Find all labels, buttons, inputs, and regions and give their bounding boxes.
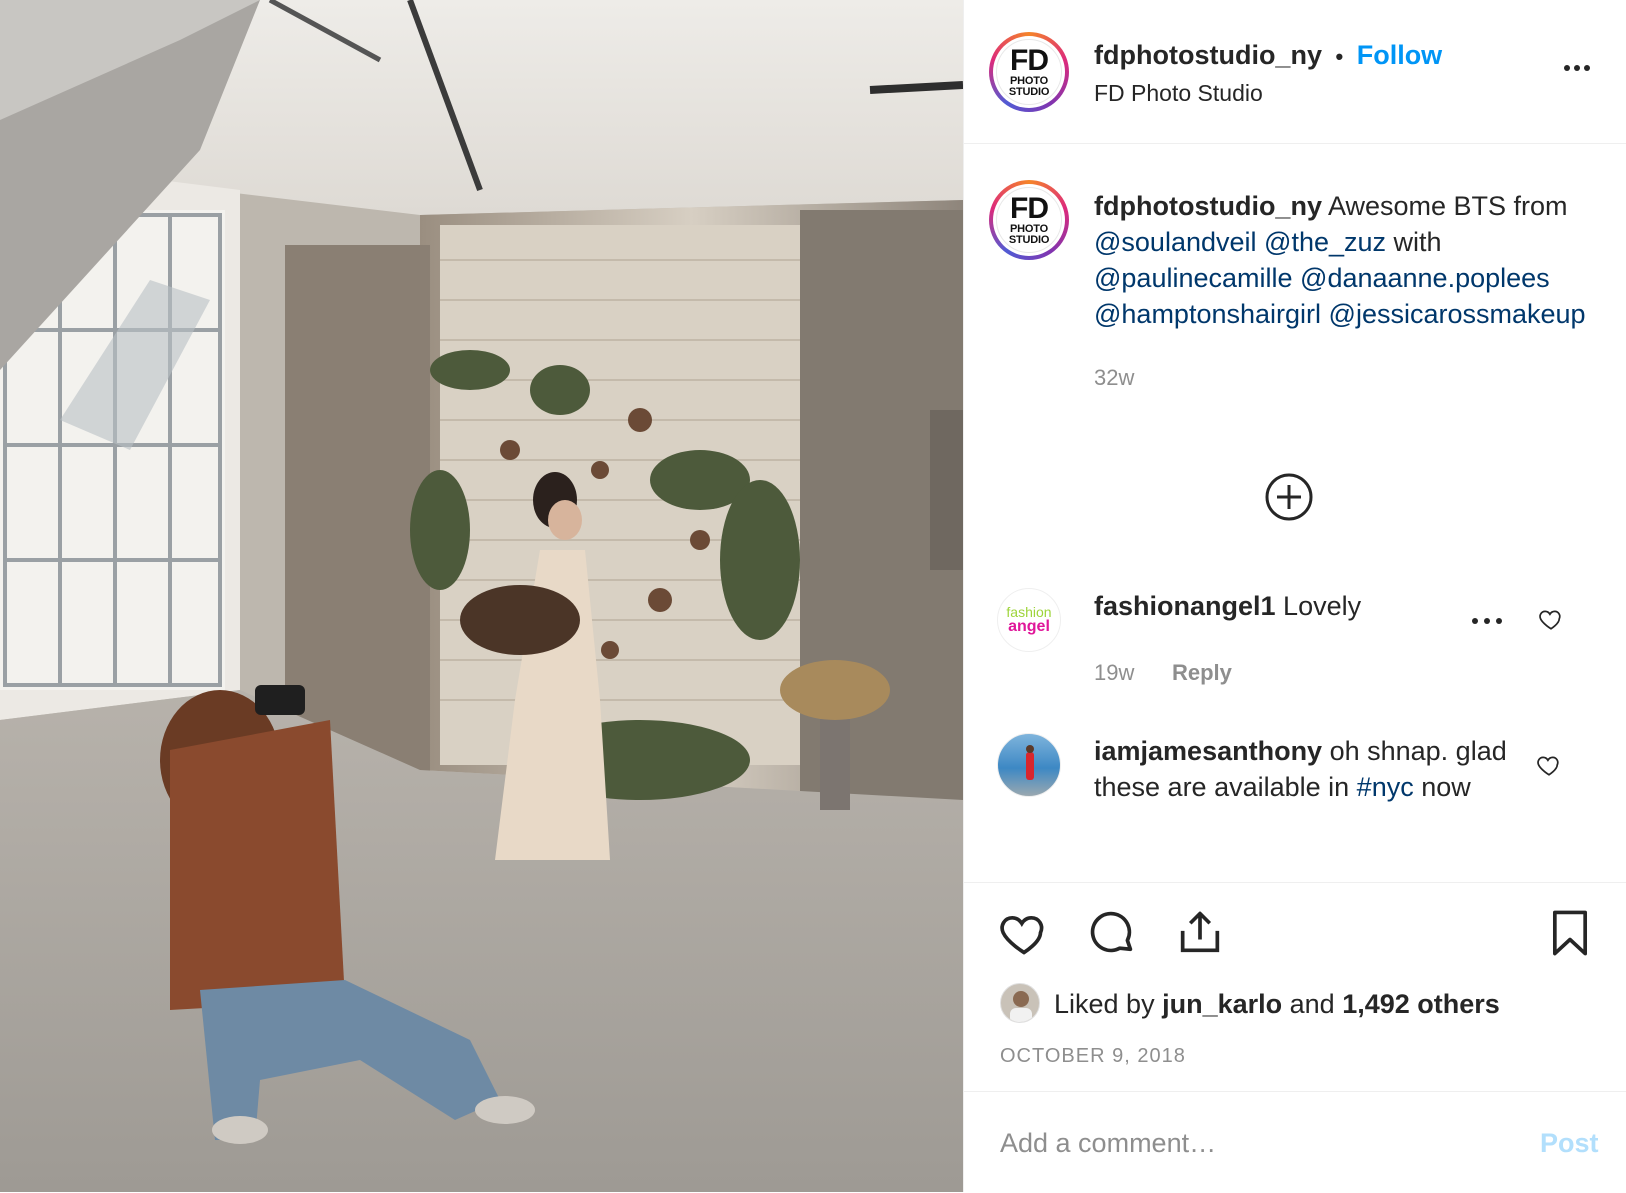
header-username[interactable]: fdphotostudio_ny (1094, 40, 1322, 70)
likes-middle: and (1282, 989, 1343, 1019)
caption-text: Awesome BTS from (1321, 191, 1568, 221)
logo-text: FD (1010, 192, 1049, 225)
share-icon[interactable] (1174, 907, 1226, 959)
instagram-post: FD PHOTO STUDIO fdphotostudio_ny • Follo… (0, 0, 1626, 1192)
commenter-avatar[interactable] (997, 733, 1061, 797)
liker-avatar[interactable] (1000, 983, 1040, 1023)
mention-link[interactable]: @soulandveil (1094, 227, 1257, 257)
avatar-text: angel (1008, 618, 1050, 635)
comment-more-icon[interactable] (1470, 614, 1504, 628)
caption-username[interactable]: fdphotostudio_ny (1094, 191, 1322, 221)
mention-link[interactable]: @the_zuz (1264, 227, 1386, 257)
liker-username[interactable]: jun_karlo (1162, 989, 1282, 1019)
mention-link[interactable]: @danaanne.poplees (1300, 263, 1550, 293)
logo-text: FD (1010, 44, 1049, 77)
like-heart-icon[interactable] (998, 907, 1050, 959)
more-horizontal-icon[interactable] (1564, 58, 1604, 78)
likes-prefix: Liked by (1054, 989, 1163, 1019)
comment-age[interactable]: 19w (1094, 660, 1134, 686)
header-separator: • (1335, 44, 1344, 69)
logo-text: STUDIO (1008, 86, 1050, 98)
likes-count[interactable]: 1,492 others (1342, 989, 1500, 1019)
post-photo[interactable] (0, 0, 963, 1192)
plus-circle-icon[interactable] (1264, 472, 1314, 522)
comment-body: Lovely (1275, 591, 1362, 621)
reply-button[interactable]: Reply (1172, 660, 1232, 686)
follow-button[interactable]: Follow (1357, 40, 1442, 70)
mention-link[interactable]: @paulinecamille (1094, 263, 1293, 293)
comment-username[interactable]: fashionangel1 (1094, 591, 1276, 621)
comment-like-heart-icon[interactable] (1536, 752, 1562, 778)
comment-body: now (1413, 772, 1471, 802)
comment-like-heart-icon[interactable] (1538, 606, 1564, 632)
bookmark-icon[interactable] (1544, 907, 1596, 959)
post-comment-button[interactable]: Post (1540, 1128, 1599, 1159)
commenter-avatar[interactable]: fashion angel (997, 588, 1061, 652)
fd-studio-logo: FD PHOTO STUDIO (996, 39, 1062, 105)
fd-studio-logo: FD PHOTO STUDIO (996, 187, 1062, 253)
add-comment-input[interactable] (1000, 1128, 1480, 1159)
profile-avatar[interactable]: FD PHOTO STUDIO (989, 32, 1069, 112)
header-line: fdphotostudio_ny • Follow (1094, 40, 1442, 71)
mention-link[interactable]: @jessicarossmakeup (1329, 299, 1586, 329)
avatar-text: fashion (1006, 604, 1052, 620)
location-link[interactable]: FD Photo Studio (1094, 80, 1263, 107)
caption-age[interactable]: 32w (1094, 360, 1594, 396)
post-side-panel: FD PHOTO STUDIO fdphotostudio_ny • Follo… (963, 0, 1626, 1192)
comment-row: iamjamesanthony oh shnap. glad these are… (1094, 733, 1514, 805)
comment-username[interactable]: iamjamesanthony (1094, 736, 1322, 766)
hashtag-link[interactable]: #nyc (1357, 772, 1414, 802)
caption-avatar[interactable]: FD PHOTO STUDIO (989, 180, 1069, 260)
logo-text: STUDIO (1008, 234, 1050, 246)
photo-illustration (0, 0, 963, 1192)
comment-composer: Post (964, 1091, 1626, 1193)
caption-text: with (1386, 227, 1442, 257)
mention-link[interactable]: @hamptonshairgirl (1094, 299, 1321, 329)
post-caption: fdphotostudio_ny Awesome BTS from @soula… (1094, 188, 1594, 396)
comment-bubble-icon[interactable] (1086, 907, 1138, 959)
likes-summary: Liked by jun_karlo and 1,492 others (1054, 989, 1500, 1020)
post-actions: Liked by jun_karlo and 1,492 others OCTO… (964, 882, 1626, 1192)
post-date[interactable]: OCTOBER 9, 2018 (1000, 1045, 1186, 1068)
comment-row: fashionangel1 Lovely (1094, 588, 1361, 624)
post-header: FD PHOTO STUDIO fdphotostudio_ny • Follo… (964, 0, 1626, 144)
